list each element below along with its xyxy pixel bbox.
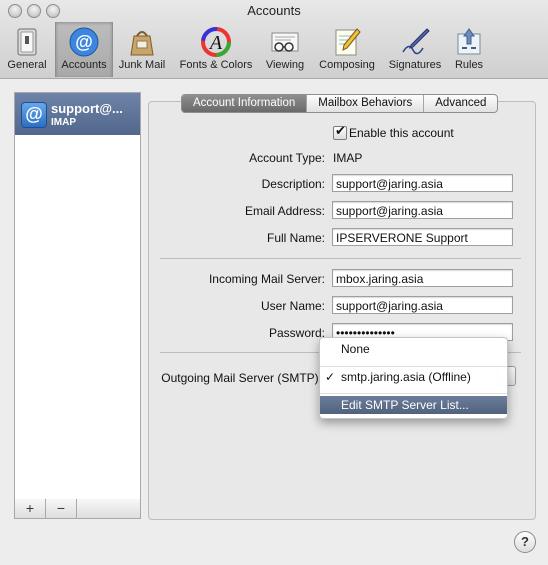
menu-item-edit-smtp-list[interactable]: Edit SMTP Server List...	[320, 396, 507, 414]
toolbar-viewing[interactable]: Viewing	[262, 24, 308, 74]
toolbar-composing[interactable]: Composing	[313, 24, 381, 74]
composing-pencil-icon	[335, 28, 361, 56]
toolbar-label-viewing: Viewing	[265, 59, 305, 71]
password-label: Password:	[268, 326, 325, 340]
account-type: IMAP	[51, 117, 76, 128]
outgoing-mail-server-label: Outgoing Mail Server (SMTP):	[161, 371, 322, 385]
description-label: Description:	[261, 177, 325, 191]
full-name-label: Full Name:	[266, 231, 325, 245]
user-name-field[interactable]: support@jaring.asia	[332, 296, 513, 314]
full-name-field[interactable]: IPSERVERONE Support	[332, 228, 513, 246]
checkmark-icon: ✔	[335, 123, 346, 138]
email-address-label: Email Address:	[244, 204, 325, 218]
menu-separator	[320, 393, 507, 394]
svg-text:@: @	[75, 32, 93, 52]
checkmark-icon: ✓	[325, 370, 336, 384]
toolbar-accounts[interactable]: @ Accounts	[55, 22, 113, 77]
menu-item-none[interactable]: None	[320, 340, 507, 358]
toolbar-label-composing: Composing	[319, 59, 375, 71]
menu-item-label: smtp.jaring.asia (Offline)	[341, 370, 471, 384]
rules-arrows-icon	[457, 28, 481, 55]
user-name-label: User Name:	[260, 299, 325, 313]
description-field[interactable]: support@jaring.asia	[332, 174, 513, 192]
toolbar-rules[interactable]: Rules	[450, 24, 488, 74]
remove-account-button[interactable]: −	[46, 499, 77, 518]
toolbar-label-general: General	[7, 59, 47, 71]
toolbar-fonts-colors[interactable]: A Fonts & Colors	[174, 24, 258, 74]
section-divider	[160, 258, 521, 259]
at-sign-icon: @	[69, 27, 99, 57]
account-row-support[interactable]: @ support@... IMAP	[15, 93, 140, 135]
toolbar-signatures[interactable]: Signatures	[385, 24, 445, 74]
toolbar-label-junk-mail: Junk Mail	[118, 59, 166, 71]
toolbar-junk-mail[interactable]: Junk Mail	[115, 24, 169, 74]
incoming-mail-server-label: Incoming Mail Server:	[208, 272, 325, 286]
menu-item-smtp-jaring[interactable]: ✓ smtp.jaring.asia (Offline)	[320, 368, 507, 386]
account-tabs: Account Information Mailbox Behaviors Ad…	[181, 94, 499, 113]
accounts-list-buttons: + −	[14, 499, 141, 519]
help-button[interactable]: ?	[514, 531, 536, 553]
accounts-list: @ support@... IMAP	[14, 92, 141, 500]
accounts-preferences-window: Accounts General @ Accounts Junk Mail A …	[0, 0, 548, 565]
account-type-value: IMAP	[333, 151, 363, 165]
toolbar-label-signatures: Signatures	[388, 59, 442, 71]
menu-item-label: Edit SMTP Server List...	[341, 398, 469, 412]
enable-account-checkbox[interactable]: ✔	[333, 123, 347, 140]
fonts-colors-icon: A	[201, 27, 231, 57]
tab-advanced[interactable]: Advanced	[424, 95, 497, 112]
svg-text:A: A	[208, 32, 223, 54]
viewing-glasses-icon	[271, 32, 299, 52]
toolbar-label-accounts: Accounts	[61, 59, 107, 71]
email-address-field[interactable]: support@jaring.asia	[332, 201, 513, 219]
at-sign-icon: @	[21, 102, 47, 128]
menu-item-label: None	[341, 342, 370, 356]
account-name: support@...	[51, 101, 123, 116]
incoming-mail-server-field[interactable]: mbox.jaring.asia	[332, 269, 513, 287]
menu-separator	[320, 366, 507, 367]
account-type-label: Account Type:	[249, 151, 325, 165]
enable-account-label: Enable this account	[349, 126, 454, 140]
tab-mailbox-behaviors[interactable]: Mailbox Behaviors	[307, 95, 425, 112]
switch-icon	[17, 28, 37, 56]
junk-mail-bag-icon	[130, 31, 154, 56]
add-account-button[interactable]: +	[15, 499, 46, 518]
tab-account-information[interactable]: Account Information	[182, 95, 308, 112]
toolbar-general[interactable]: General	[4, 24, 50, 74]
toolbar-label-fonts-colors: Fonts & Colors	[179, 59, 253, 71]
toolbar-label-rules: Rules	[454, 59, 484, 71]
window-title: Accounts	[247, 3, 301, 18]
signature-pen-icon	[402, 28, 430, 55]
smtp-server-menu: None ✓ smtp.jaring.asia (Offline) Edit S…	[319, 337, 508, 419]
title-bar: Accounts General @ Accounts Junk Mail A …	[0, 0, 548, 79]
